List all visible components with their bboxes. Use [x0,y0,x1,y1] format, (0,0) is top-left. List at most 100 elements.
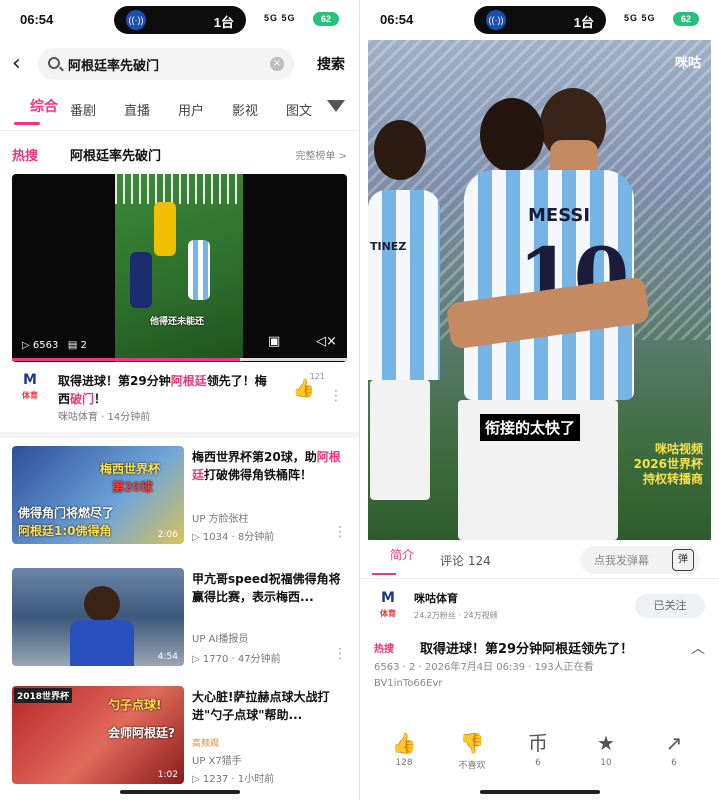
danmaku-toggle-icon[interactable]: 弹 [672,549,694,571]
detail-tabs: 简介 评论 124 点我发弹幕 弹 [368,546,711,576]
thumb-text: 勺子点球! [108,698,162,712]
cast-icon: ((·)) [126,10,146,30]
more-icon[interactable]: ⋮ [333,646,347,662]
person-body [70,620,134,666]
channel-stats: 24.2万粉丝 · 24万视频 [414,611,498,620]
search-input[interactable]: 阿根廷率先破门 × [38,48,294,80]
channel-avatar[interactable]: M 体育 [374,590,402,618]
play-count: ▷ 6563 ▤ 2 [22,340,87,351]
play-count-value: 6563 [32,340,59,351]
video-title-row: 热搜 取得进球！第29分钟阿根廷领先了！ ︿ [374,638,705,658]
uploader-name: AI播报员 [208,634,249,645]
danmaku-input[interactable]: 点我发弹幕 弹 [580,546,700,574]
tab-articles[interactable]: 图文 [286,100,312,119]
more-icon[interactable]: ⋮ [329,388,343,404]
battery-icon: 62 [313,12,339,26]
more-icon[interactable]: ⋮ [333,524,347,540]
full-list-link[interactable]: 完整榜单 > [295,147,347,162]
avatar-letter: M [381,590,395,606]
video-duration: 2:06 [157,530,178,540]
progress-fill [12,358,240,361]
featured-video-info[interactable]: M 体育 取得进球！第29分钟阿根廷领先了！梅西破门！ 咪咕体育 · 14分钟前 … [12,370,347,426]
uploader: UP 方脸张柱 [192,514,249,525]
main-video-player[interactable]: 咪咕 TINEZ MESSI 10 衔接的太快了 咪咕视频 2026世界杯 持权… [368,40,711,540]
goal-net [115,174,243,204]
watermark-line: 持权转播商 [642,472,703,486]
tab-users[interactable]: 用户 [178,100,204,119]
featured-video-player[interactable]: 他得还未能还 ▷ 6563 ▤ 2 ▣ ◁× [12,174,347,362]
hot-search-header: 热搜 阿根廷率先破门 完整榜单 > [12,142,347,166]
chevron-up-icon[interactable]: ︿ [691,638,705,658]
dislike-button[interactable]: 👎 不喜欢 [442,730,502,771]
tab-comments[interactable]: 评论 124 [440,552,491,569]
search-bar: ‹ 阿根廷率先破门 × 搜索 [0,48,359,82]
list-item[interactable]: 4:54 甲亢哥speed祝福佛得角将赢得比赛，表示梅西... UP AI播报员… [12,568,347,668]
back-icon[interactable]: ‹ [12,52,21,76]
video-progress-bar[interactable] [12,358,347,361]
avatar-sub: 体育 [22,391,38,400]
hot-tag: 热搜 [374,644,394,655]
coin-button[interactable]: 币6 [508,730,568,768]
status-time: 06:54 [20,12,54,27]
divider [0,130,359,131]
home-indicator[interactable] [480,790,600,794]
screen: 06:54 ((·)) 1台 5G 5G 62 ‹ 阿根廷率先破门 × 搜索 综… [0,0,719,800]
tab-intro[interactable]: 简介 [372,546,432,563]
video-meta: 6563 · 2 · 2026年7月4日 06:39 · 193人正在看 BV1… [374,660,705,692]
like-icon[interactable]: 👍 [293,378,315,399]
filter-icon[interactable] [327,100,345,112]
tab-movies[interactable]: 影视 [232,100,258,119]
title-part: 甲亢哥speed祝福佛得角将赢得比赛，表示梅西... [192,572,341,604]
device-count: 1台 [573,15,594,30]
status-bar: 06:54 ((·)) 1台 5G 5G 62 [0,0,359,40]
item-title: 大心脏!萨拉赫点球大战打进"勺子点球"帮助... [192,688,352,724]
hot-search-title: 阿根廷率先破门 [70,149,162,164]
thumbs-up-icon: 👍 [391,731,417,755]
channel-name[interactable]: 咪咕体育 [414,590,458,606]
video-title: 取得进球！第29分钟阿根廷领先了！梅西破门！ [58,372,278,408]
uploader-name: X7猎手 [208,756,242,767]
thumb-text: 梅西世界杯 [100,462,161,476]
player-argentina [188,240,210,300]
tab-all[interactable]: 综合 [14,96,74,116]
action-label: 128 [395,758,413,768]
title-part: 取得进球！第29分钟 [58,374,171,388]
comment-count-value: 2 [80,340,87,351]
item-title: 甲亢哥speed祝福佛得角将赢得比赛，表示梅西... [192,570,352,606]
share-button[interactable]: ↗ 6 [644,730,704,768]
title-highlight: 阿根廷 [170,374,207,388]
divider [360,578,719,579]
player-shorts [370,380,430,500]
channel-avatar[interactable]: M 体育 [16,372,44,400]
player-jersey [368,190,440,380]
list-item[interactable]: 2018世界杯 勺子点球! 会师阿根廷? 1:02 大心脏!萨拉赫点球大战打进"… [12,686,347,786]
clear-icon[interactable]: × [270,57,284,71]
thumb-text: 会师阿根廷? [108,726,175,740]
title-part: ！ [94,392,107,406]
jersey-name: MESSI [528,205,591,226]
stats-value: 1237 · 1小时前 [202,774,275,785]
title-part: 梅西世界杯第20球，助 [192,450,317,464]
video-title: 取得进球！第29分钟阿根廷领先了！ [420,642,634,657]
favorite-button[interactable]: ★ 10 [576,730,636,768]
mute-icon[interactable]: ◁× [316,334,337,349]
tab-bangumi[interactable]: 番剧 [70,100,96,119]
action-label: 不喜欢 [458,761,486,771]
hot-search-label: 热搜 [12,149,39,164]
status-time: 06:54 [380,12,414,27]
search-button[interactable]: 搜索 [317,54,345,74]
coin-icon: 币 [528,731,548,755]
home-indicator[interactable] [120,790,240,794]
danmaku-icon[interactable]: ▣ [268,334,280,349]
follow-button[interactable]: 已关注 [635,594,705,618]
list-item[interactable]: 梅西世界杯 第20球 佛得角门将燃尽了 阿根廷1:0佛得角 2:06 梅西世界杯… [12,446,347,546]
action-label: 6 [535,758,541,768]
stats-value: 1034 · 8分钟前 [202,532,275,543]
video-source: 咪咕体育 · 14分钟前 [58,412,151,423]
bvid: BV1inTo66Evr [374,678,443,689]
tab-live[interactable]: 直播 [124,100,150,119]
tab-indicator [14,122,40,125]
like-button[interactable]: 👍 128 [374,730,434,768]
avatar-letter: M [23,372,37,388]
search-results-panel: 06:54 ((·)) 1台 5G 5G 62 ‹ 阿根廷率先破门 × 搜索 综… [0,0,359,800]
